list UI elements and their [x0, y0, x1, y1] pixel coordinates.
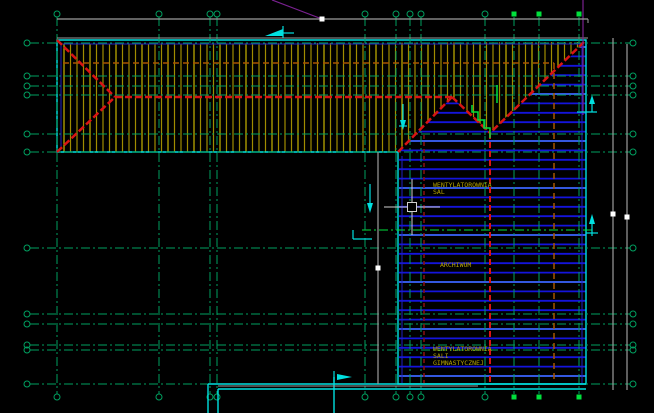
- room-label-fan-hall: SAL: [433, 188, 445, 196]
- axis-bubble: [418, 394, 424, 400]
- axis-bubble: [54, 394, 60, 400]
- arrow-head: [337, 374, 352, 380]
- axis-square-marker: [512, 395, 517, 400]
- axis-bubble: [630, 40, 636, 46]
- axis-bubble: [630, 149, 636, 155]
- axis-bubble: [24, 92, 30, 98]
- axis-bubble: [630, 381, 636, 387]
- axis-bubble: [630, 83, 636, 89]
- axis-bubble: [24, 321, 30, 327]
- axis-bubble: [362, 394, 368, 400]
- selection-grip[interactable]: [611, 212, 616, 217]
- pickbox: [408, 203, 417, 212]
- axis-bubble: [24, 381, 30, 387]
- axis-bubble: [24, 245, 30, 251]
- slope-arrow-mid: [353, 184, 373, 239]
- axis-bubble: [482, 394, 488, 400]
- hip-left-bottom: [57, 97, 115, 152]
- axis-bubble: [214, 394, 220, 400]
- axis-square-marker: [577, 12, 582, 17]
- slope-arrow-wing-top: [399, 104, 407, 130]
- eave-lines-cyan: [208, 377, 586, 413]
- room-label-fan-gym: GIMNASTYCZNEJ: [433, 359, 484, 367]
- axis-bubble: [24, 149, 30, 155]
- axis-bubble: [156, 11, 162, 17]
- hip-left-top: [57, 40, 115, 97]
- axis-bubble: [393, 394, 399, 400]
- gable-left: [398, 97, 452, 152]
- room-label-archive: ARCHIWUM: [440, 261, 471, 269]
- axis-bubble: [630, 92, 636, 98]
- axis-square-marker: [537, 395, 542, 400]
- axis-bubble: [207, 11, 213, 17]
- axis-bubble: [407, 11, 413, 17]
- axis-bubble: [24, 131, 30, 137]
- arrow-head: [265, 29, 283, 36]
- cad-drawing: WENTYLATOROWNIASALARCHIWUMWENTYLATOROWNI…: [0, 0, 654, 413]
- building-outline: [57, 40, 586, 384]
- slope-arrow-right-2: [586, 214, 598, 236]
- selection-grip[interactable]: [625, 215, 630, 220]
- slope-arrow-bottom: [334, 371, 352, 382]
- axis-bubble: [54, 11, 60, 17]
- building-outline-poly: [57, 40, 586, 384]
- axis-bubble: [630, 311, 636, 317]
- selection-grip[interactable]: [320, 17, 325, 22]
- axis-bubble: [156, 394, 162, 400]
- reference-lines-gray: [57, 19, 588, 386]
- cad-canvas[interactable]: WENTYLATOROWNIASALARCHIWUMWENTYLATOROWNI…: [0, 0, 654, 413]
- axis-bubble: [24, 40, 30, 46]
- axis-bubble: [630, 73, 636, 79]
- axis-square-marker: [512, 12, 517, 17]
- selection-grip[interactable]: [376, 266, 381, 271]
- axis-bubble: [214, 11, 220, 17]
- slope-arrow-left: [265, 26, 294, 38]
- axis-bubble: [630, 245, 636, 251]
- axis-bubble: [24, 83, 30, 89]
- axis-bubble: [482, 11, 488, 17]
- axis-square-marker: [577, 395, 582, 400]
- axis-bubble: [418, 11, 424, 17]
- hip-right: [490, 42, 584, 133]
- axis-bubble: [630, 321, 636, 327]
- axis-square-marker: [537, 12, 542, 17]
- leader-diagonal: [272, 0, 322, 19]
- axis-bubble: [393, 11, 399, 17]
- axis-bubble: [24, 311, 30, 317]
- axis-bubble: [24, 73, 30, 79]
- axis-bubble: [362, 11, 368, 17]
- axis-bubble: [407, 394, 413, 400]
- axis-bubble: [630, 131, 636, 137]
